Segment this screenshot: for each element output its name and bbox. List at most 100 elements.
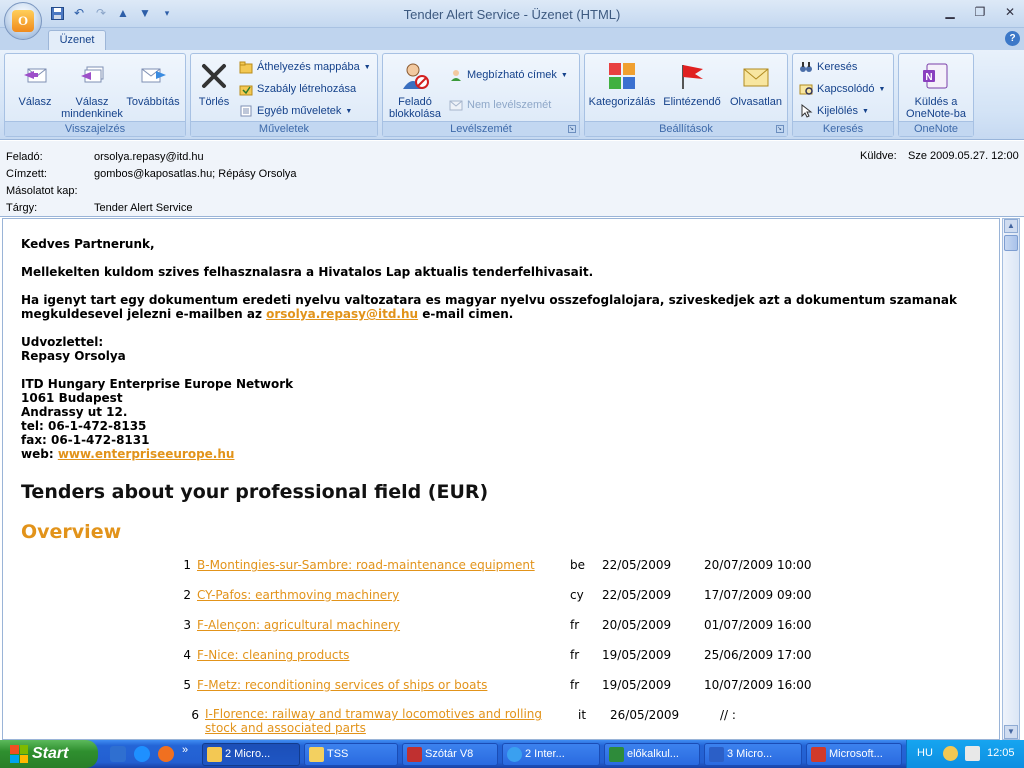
taskbar-item-word[interactable]: 3 Micro... [704, 743, 802, 766]
tender-title-link[interactable]: B-Montingies-sur-Sambre: road-maintenanc… [197, 557, 535, 573]
signature-name: Repasy Orsolya [21, 349, 126, 363]
tender-number: 1 [183, 558, 191, 572]
task-label: előkalkul... [627, 748, 679, 760]
minimize-button[interactable]: ▁ [942, 4, 958, 20]
title-bar: ↶ ↷ ▲ ▼ ▾ Tender Alert Service - Üzenet … [0, 0, 1024, 28]
move-to-folder-button[interactable]: Áthelyezés mappába ▼ [239, 58, 371, 76]
tender-country: fr [570, 618, 580, 632]
follow-up-button[interactable]: Elintézendő [659, 58, 725, 120]
window-controls: ▁ ❐ ✕ [942, 4, 1018, 20]
overview-heading: Overview [21, 521, 122, 543]
office-button[interactable]: O [4, 2, 42, 40]
quicklaunch-overflow-icon[interactable]: » [182, 744, 188, 756]
other-actions-button[interactable]: Egyéb műveletek ▼ [239, 102, 352, 120]
unread-envelope-icon [740, 60, 772, 92]
tender-title-link[interactable]: F-Nice: cleaning products [197, 647, 349, 663]
help-icon[interactable]: ? [1005, 31, 1020, 46]
forward-button[interactable]: Továbbítás [123, 58, 183, 120]
mark-unread-button[interactable]: Olvasatlan [727, 58, 785, 120]
close-button[interactable]: ✕ [1002, 4, 1018, 20]
taskbar-item-dictionary[interactable]: Szótár V8 [402, 743, 498, 766]
tender-published: 20/05/2009 [602, 618, 672, 632]
taskbar-item-internet[interactable]: 2 Inter... [502, 743, 600, 766]
taskbar-item-excel[interactable]: előkalkul... [604, 743, 700, 766]
categorize-icon [606, 60, 638, 92]
cc-label: Másolatot kap: [6, 185, 78, 197]
excel-icon [609, 747, 624, 762]
ribbon-tab-row: Üzenet ? [0, 28, 1024, 51]
categorize-button[interactable]: Kategorizálás [587, 58, 657, 120]
group-respond: Válasz Válasz mindenkinek Továbbítás Vis… [4, 53, 186, 137]
find-label: Keresés [817, 61, 858, 73]
tender-country: be [570, 558, 585, 572]
language-indicator[interactable]: HU [917, 747, 933, 759]
tender-title-link[interactable]: F-Metz: reconditioning services of ships… [197, 677, 487, 693]
subject-label: Tárgy: [6, 202, 38, 214]
office-logo-icon: O [12, 10, 34, 32]
web-row: web: www.enterpriseeurope.hu [21, 447, 234, 461]
tender-published: 19/05/2009 [602, 678, 672, 692]
trusted-label: Megbízható címek [467, 69, 557, 81]
categorize-label: Kategorizálás [588, 96, 656, 108]
dropdown-arrow-icon: ▼ [560, 71, 568, 79]
scroll-up-icon[interactable]: ▲ [1004, 219, 1018, 233]
tender-title-link[interactable]: F-Alençon: agricultural machinery [197, 617, 400, 633]
contact-email-link[interactable]: orsolya.repasy@itd.hu [266, 307, 418, 321]
group-actions: Törlés Áthelyezés mappába ▼ Szabály létr… [190, 53, 378, 137]
delete-button[interactable]: Törlés [191, 58, 237, 120]
forward-icon [137, 60, 169, 92]
scroll-thumb[interactable] [1004, 235, 1018, 251]
taskbar-item-outlook[interactable]: 2 Micro... [202, 743, 300, 766]
send-to-onenote-button[interactable]: N Küldés a OneNote-ba [901, 58, 971, 120]
related-button[interactable]: Kapcsolódó ▼ [799, 80, 885, 98]
outlook-icon [207, 747, 222, 762]
binoculars-icon [799, 60, 813, 74]
to-value[interactable]: gombos@kaposatlas.hu; Répásy Orsolya [94, 166, 297, 182]
tender-title-link[interactable]: CY-Pafos: earthmoving machinery [197, 587, 399, 603]
reply-button[interactable]: Válasz [7, 58, 63, 120]
clock[interactable]: 12:05 [987, 747, 1015, 759]
group-onenote: N Küldés a OneNote-ba OneNote [898, 53, 974, 137]
network-tray-icon[interactable] [965, 746, 980, 761]
tender-number: 2 [183, 588, 191, 602]
taskbar-item-microsoft[interactable]: Microsoft... [806, 743, 902, 766]
task-label: 2 Inter... [525, 748, 565, 760]
tender-title-link[interactable]: I-Florence: railway and tramway locomoti… [205, 707, 561, 735]
start-label: Start [32, 745, 69, 762]
tender-country: fr [570, 648, 580, 662]
internet-explorer-icon[interactable] [134, 746, 150, 762]
maximize-button[interactable]: ❐ [972, 4, 988, 20]
dialog-launcher-icon[interactable]: ↘ [568, 125, 576, 133]
scroll-down-icon[interactable]: ▼ [1004, 725, 1018, 739]
select-button[interactable]: Kijelölés ▼ [799, 102, 869, 120]
block-sender-button[interactable]: Feladó blokkolása [385, 58, 445, 120]
tender-number: 4 [183, 648, 191, 662]
taskbar-item-tss[interactable]: TSS [304, 743, 398, 766]
tab-message[interactable]: Üzenet [48, 30, 106, 51]
trusted-addresses-button[interactable]: Megbízható címek ▼ [449, 66, 568, 84]
reply-all-button[interactable]: Válasz mindenkinek [61, 58, 123, 120]
outlook-tray-icon[interactable] [943, 746, 958, 761]
firefox-icon[interactable] [158, 746, 174, 762]
desktop-quicklaunch-icon[interactable] [110, 746, 126, 762]
task-label: 3 Micro... [727, 748, 773, 760]
create-rule-button[interactable]: Szabály létrehozása [239, 80, 356, 98]
find-button[interactable]: Keresés [799, 58, 857, 76]
block-sender-label: Feladó blokkolása [389, 96, 441, 120]
vertical-scrollbar[interactable]: ▲ ▼ [1002, 218, 1020, 740]
dropdown-arrow-icon: ▼ [878, 85, 886, 93]
web-link[interactable]: www.enterpriseeurope.hu [58, 447, 235, 461]
dialog-launcher-icon[interactable]: ↘ [776, 125, 784, 133]
not-junk-button[interactable]: Nem levélszemét [449, 96, 551, 114]
tender-published: 26/05/2009 [610, 708, 680, 722]
other-label: Egyéb műveletek [257, 105, 342, 117]
from-label: Feladó: [6, 151, 43, 163]
svg-text:N: N [925, 72, 932, 83]
from-value[interactable]: orsolya.repasy@itd.hu [94, 149, 204, 165]
web-label: web: [21, 447, 54, 461]
subject-value: Tender Alert Service [94, 202, 193, 214]
not-junk-icon [449, 98, 463, 112]
task-label: 2 Micro... [225, 748, 271, 760]
start-button[interactable]: Start [0, 740, 98, 768]
message-body[interactable]: Kedves Partnerunk, Mellekelten kuldom sz… [2, 218, 1000, 740]
